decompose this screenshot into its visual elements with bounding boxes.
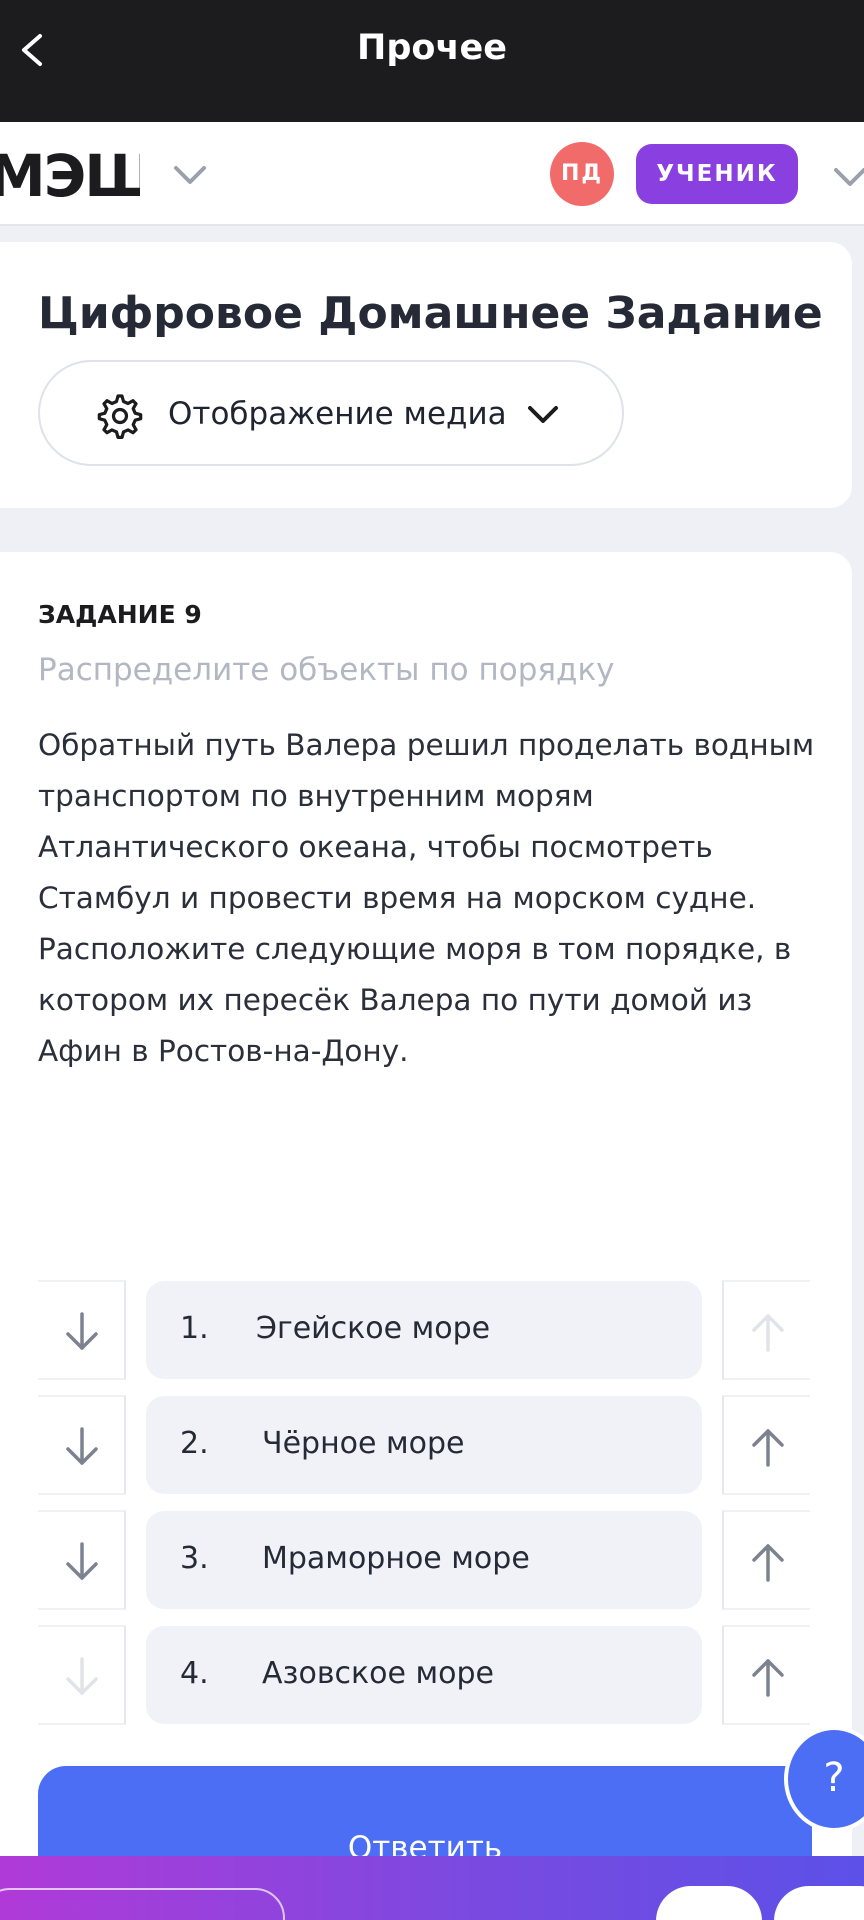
item-number: 3. xyxy=(180,1541,209,1576)
list-item[interactable]: 4. Азовское море xyxy=(146,1626,702,1724)
arrow-down-icon xyxy=(66,1542,98,1580)
avatar[interactable]: ПД xyxy=(550,142,614,206)
app-header: МЭШ ПД УЧЕНИК xyxy=(0,122,864,226)
chevron-down-icon[interactable] xyxy=(170,160,210,190)
bottom-action-button[interactable] xyxy=(656,1886,762,1920)
list-item[interactable]: 1. Эгейское море xyxy=(146,1281,702,1379)
top-navigation-bar: Прочее xyxy=(0,0,864,122)
bottom-action-button[interactable] xyxy=(774,1886,864,1920)
move-up-button xyxy=(722,1280,810,1380)
item-number: 4. xyxy=(180,1656,209,1691)
item-label: Эгейское море xyxy=(256,1311,491,1346)
move-down-button[interactable] xyxy=(38,1280,126,1380)
move-up-button[interactable] xyxy=(722,1510,810,1610)
item-number: 1. xyxy=(180,1311,209,1346)
item-number: 2. xyxy=(180,1426,209,1461)
chevron-down-icon xyxy=(528,406,558,423)
item-label: Мраморное море xyxy=(262,1541,530,1576)
media-display-label: Отображение медиа xyxy=(168,396,507,432)
page-title: Прочее xyxy=(357,28,507,68)
move-up-button[interactable] xyxy=(722,1395,810,1495)
arrow-up-icon xyxy=(752,1314,784,1352)
arrow-up-icon xyxy=(752,1659,784,1697)
logo-text: МЭШ xyxy=(0,146,140,202)
arrow-up-icon xyxy=(752,1429,784,1467)
assignment-card: Цифровое Домашнее Задание Отображение ме… xyxy=(0,242,852,508)
move-down-button[interactable] xyxy=(38,1395,126,1495)
task-number: ЗАДАНИЕ 9 xyxy=(38,600,202,629)
task-card: ЗАДАНИЕ 9 Распределите объекты по порядк… xyxy=(0,552,852,1920)
mesh-logo[interactable]: МЭШ xyxy=(0,146,140,202)
move-down-button[interactable] xyxy=(38,1510,126,1610)
arrow-up-icon xyxy=(752,1544,784,1582)
item-label: Чёрное море xyxy=(262,1426,465,1461)
assignment-title: Цифровое Домашнее Задание xyxy=(38,288,823,339)
list-item[interactable]: 3. Мраморное море xyxy=(146,1511,702,1609)
arrow-down-icon xyxy=(66,1312,98,1350)
gear-icon xyxy=(97,394,143,439)
chevron-down-icon[interactable] xyxy=(830,162,864,192)
arrow-down-icon xyxy=(66,1657,98,1695)
task-question-text: Обратный путь Валера решил проделать вод… xyxy=(38,728,815,1068)
item-label: Азовское море xyxy=(262,1656,494,1691)
bottom-outline-button[interactable] xyxy=(0,1888,285,1920)
move-down-button xyxy=(38,1625,126,1725)
move-up-button[interactable] xyxy=(722,1625,810,1725)
list-item[interactable]: 2. Чёрное море xyxy=(146,1396,702,1494)
task-instruction: Распределите объекты по порядку xyxy=(38,652,615,688)
bottom-toolbar xyxy=(0,1856,864,1920)
role-badge[interactable]: УЧЕНИК xyxy=(636,144,798,204)
arrow-down-icon xyxy=(66,1427,98,1465)
media-display-dropdown[interactable]: Отображение медиа xyxy=(38,360,624,466)
